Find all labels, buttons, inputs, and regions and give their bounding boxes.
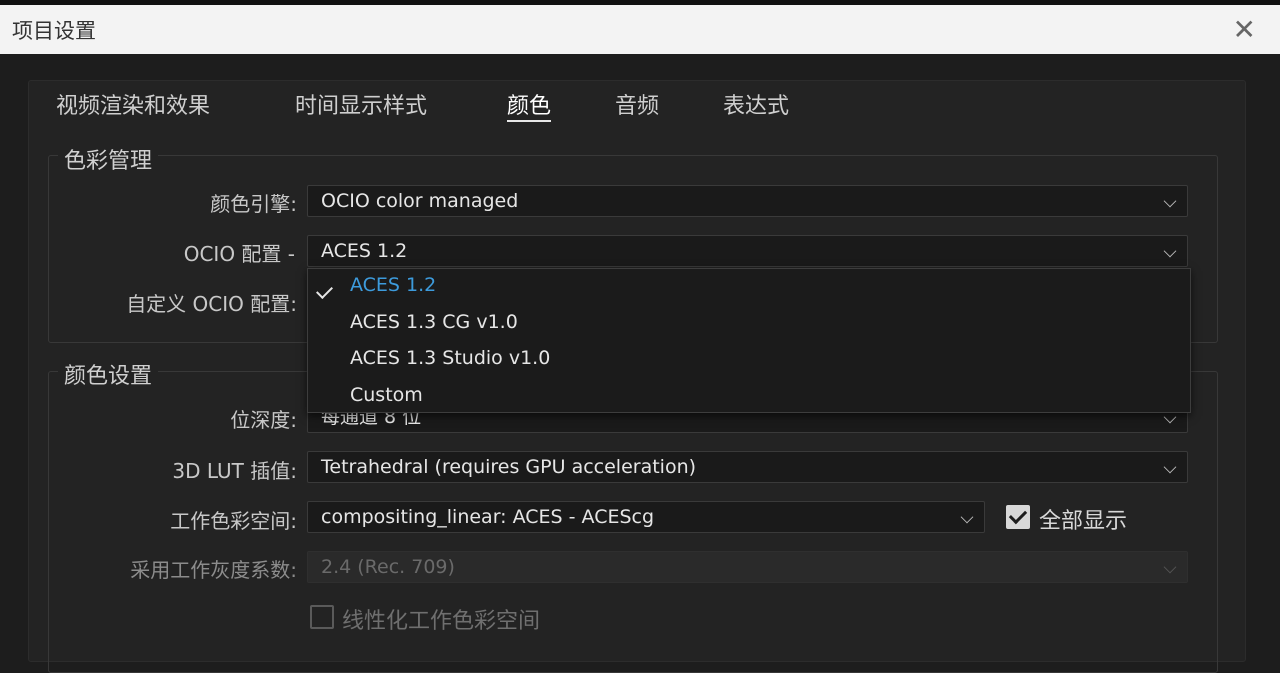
linearize-label: 线性化工作色彩空间 xyxy=(342,609,541,634)
show-all-checkbox[interactable] xyxy=(1006,505,1030,529)
show-all-label[interactable]: 全部显示 xyxy=(1039,503,1127,535)
custom-ocio-config-label: 自定义 OCIO 配置: xyxy=(126,292,297,316)
tab-expressions[interactable]: 表达式 xyxy=(723,88,789,120)
color-engine-label: 颜色引擎: xyxy=(210,192,297,216)
bit-depth-label: 位深度: xyxy=(230,408,297,432)
ocio-config-value: ACES 1.2 xyxy=(321,240,408,262)
working-space-label: 工作色彩空间: xyxy=(170,509,297,533)
linearize-checkbox xyxy=(310,605,334,629)
lut-interpolation-dropdown[interactable]: Tetrahedral (requires GPU acceleration) xyxy=(307,451,1188,483)
ocio-config-dropdown[interactable]: ACES 1.2 xyxy=(307,235,1188,267)
chevron-down-icon xyxy=(1163,194,1177,208)
checkmark-icon xyxy=(316,282,333,299)
tab-audio[interactable]: 音频 xyxy=(615,88,659,120)
color-engine-dropdown[interactable]: OCIO color managed xyxy=(307,185,1188,217)
lut-interpolation-label: 3D LUT 插值: xyxy=(172,459,297,483)
tab-video-render[interactable]: 视频渲染和效果 xyxy=(56,88,210,120)
menu-item-aces-1-2[interactable]: ACES 1.2 xyxy=(350,274,436,296)
tab-color[interactable]: 颜色 xyxy=(507,88,552,122)
ocio-config-menu: ACES 1.2 ACES 1.3 CG v1.0 ACES 1.3 Studi… xyxy=(307,268,1191,413)
chevron-down-icon xyxy=(960,510,974,524)
working-gamma-dropdown: 2.4 (Rec. 709) xyxy=(307,551,1188,583)
tab-time-display[interactable]: 时间显示样式 xyxy=(295,88,427,120)
lut-interpolation-value: Tetrahedral (requires GPU acceleration) xyxy=(321,456,697,478)
window-title: 项目设置 xyxy=(12,19,96,43)
working-space-value: compositing_linear: ACES - ACEScg xyxy=(321,506,655,528)
working-space-dropdown[interactable]: compositing_linear: ACES - ACEScg xyxy=(307,501,985,533)
color-management-title: 色彩管理 xyxy=(58,143,159,175)
chevron-down-icon xyxy=(1163,560,1177,574)
ocio-config-label: OCIO 配置 - xyxy=(183,242,295,266)
menu-item-custom[interactable]: Custom xyxy=(350,384,423,406)
close-icon[interactable]: ✕ xyxy=(1233,13,1256,46)
chevron-down-icon xyxy=(1163,244,1177,258)
title-bar: 项目设置 ✕ xyxy=(0,0,1280,54)
color-engine-value: OCIO color managed xyxy=(321,190,519,212)
working-gamma-value: 2.4 (Rec. 709) xyxy=(321,556,455,578)
working-gamma-label: 采用工作灰度系数: xyxy=(130,558,297,582)
menu-item-aces-1-3-cg[interactable]: ACES 1.3 CG v1.0 xyxy=(350,311,518,333)
chevron-down-icon xyxy=(1163,460,1177,474)
menu-item-aces-1-3-studio[interactable]: ACES 1.3 Studio v1.0 xyxy=(350,347,550,369)
color-settings-title: 颜色设置 xyxy=(58,358,159,390)
